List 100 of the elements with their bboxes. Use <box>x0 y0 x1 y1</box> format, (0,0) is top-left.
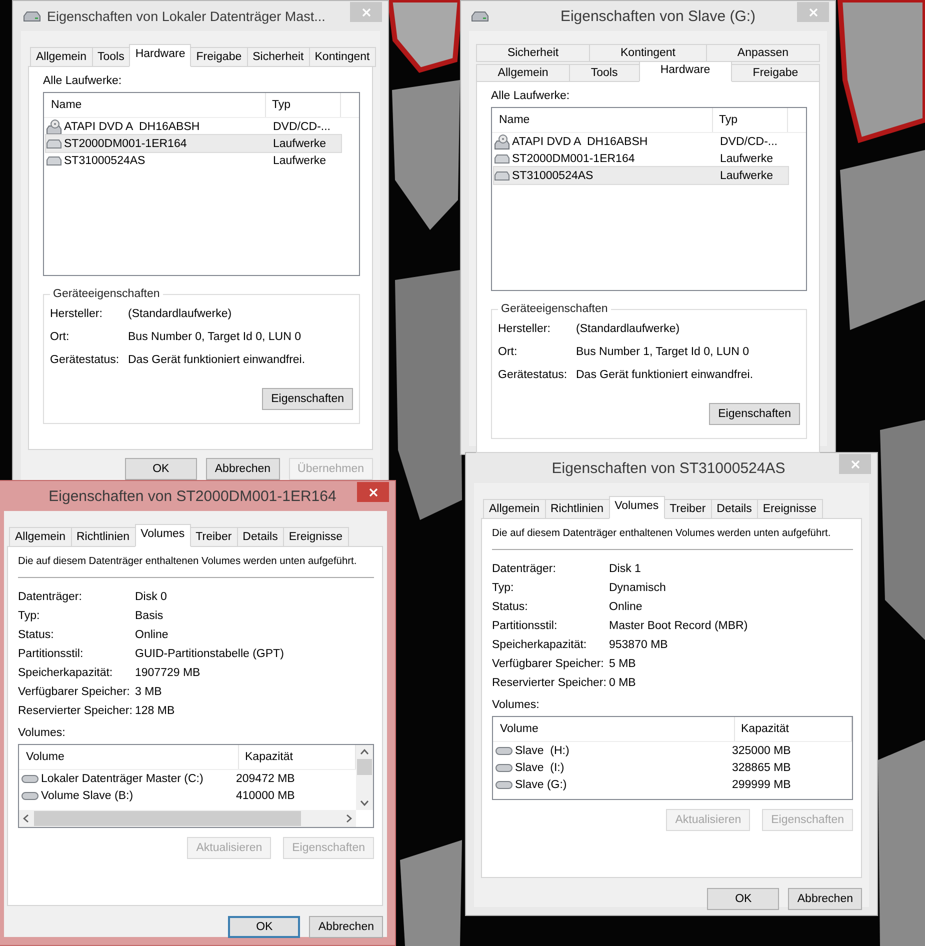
column-header[interactable]: Typ <box>265 93 341 117</box>
tab[interactable]: Richtlinien <box>70 527 135 547</box>
drive-type: Laufwerke <box>272 138 328 150</box>
volume-name: Lokaler Datenträger Master (C:) <box>41 772 204 784</box>
property-value: Master Boot Record (MBR) <box>609 620 749 632</box>
tab[interactable]: Tools <box>569 64 639 82</box>
dialog-button[interactable]: Abbrechen <box>788 888 862 910</box>
properties-button[interactable]: Eigenschaften <box>709 403 800 425</box>
property-value: Dynamisch <box>609 582 667 594</box>
volume-capacity: 410000 MB <box>235 790 296 802</box>
scroll-right-icon[interactable] <box>346 814 352 823</box>
drive-type: Laufwerke <box>719 170 774 182</box>
description-text: Die auf diesem Datenträger enthaltenen Volumes werden unten aufgeführt. <box>18 555 358 569</box>
volume-row[interactable]: Slave (H:) 325000 MB <box>495 742 850 759</box>
property-label: Hersteller: <box>498 323 552 335</box>
tab[interactable]: Tools <box>92 47 130 67</box>
window-title: Eigenschaften von Lokaler Datenträger Mast... <box>47 8 326 24</box>
property-label: Reservierter Speicher: <box>18 705 134 717</box>
property-value: 5 MB <box>609 658 637 670</box>
property-label: Datenträger: <box>492 563 557 575</box>
column-header[interactable]: Typ <box>712 108 788 132</box>
volume-capacity: 299999 MB <box>731 778 792 790</box>
drive-row[interactable]: ATAPI DVD A DH16ABSH DVD/CD-... <box>494 133 788 150</box>
volume-capacity: 209472 MB <box>235 772 296 784</box>
drive-row[interactable]: ST31000524AS Laufwerke <box>494 167 788 184</box>
column-header[interactable]: Kapazität <box>734 717 852 741</box>
column-header[interactable]: Volume <box>19 745 238 769</box>
property-value: 1907729 MB <box>135 667 202 679</box>
property-label: Partitionsstil: <box>492 620 558 632</box>
tab[interactable]: Richtlinien <box>544 499 609 519</box>
properties-button[interactable]: Eigenschaften <box>262 388 353 410</box>
tab[interactable]: Allgemein <box>9 527 70 547</box>
tab[interactable]: Volumes <box>608 496 665 519</box>
dialog-button[interactable]: OK <box>228 916 300 938</box>
vertical-scrollbar[interactable] <box>356 745 373 810</box>
close-button[interactable] <box>357 482 389 502</box>
tab[interactable]: Hardware <box>638 61 732 82</box>
tab[interactable]: Allgemein <box>30 47 92 67</box>
drive-row[interactable]: ST2000DM001-1ER164 Laufwerke <box>46 135 341 152</box>
tab[interactable]: Allgemein <box>476 64 570 82</box>
drive-row[interactable]: ST31000524AS Laufwerke <box>46 152 341 169</box>
dialog-button[interactable]: OK <box>124 458 197 480</box>
close-icon <box>850 460 860 468</box>
volume-row[interactable]: Slave (G:) 299999 MB <box>495 776 850 793</box>
drive-name: ST31000524AS <box>64 154 146 166</box>
drive-icon <box>494 170 510 180</box>
drive-type: DVD/CD-... <box>272 120 332 132</box>
dialog-button[interactable]: OK <box>707 888 780 910</box>
volume-row[interactable]: Volume Slave (B:) 410000 MB <box>21 787 354 804</box>
property-value: Basis <box>135 610 164 622</box>
tab[interactable]: Sicherheit <box>246 47 309 67</box>
column-header[interactable]: Volume <box>493 717 734 741</box>
close-icon <box>362 8 370 16</box>
tab[interactable]: Hardware <box>129 44 192 67</box>
tab[interactable]: Details <box>710 499 757 519</box>
drive-type: Laufwerke <box>272 154 328 166</box>
volume-name: Slave (H:) <box>515 744 570 756</box>
tab[interactable]: Ereignisse <box>756 499 823 519</box>
group-title: Geräteeigenschaften <box>52 288 161 300</box>
tab[interactable]: Ereignisse <box>282 527 349 547</box>
group-title: Geräteeigenschaften <box>500 303 609 315</box>
dialog-button[interactable]: Abbrechen <box>206 458 280 480</box>
drive-icon <box>21 774 39 784</box>
drive-name: ATAPI DVD A DH16ABSH <box>512 136 648 148</box>
tab[interactable]: Volumes <box>134 524 191 547</box>
volume-capacity: 328865 MB <box>731 762 792 774</box>
property-value: (Standardlaufwerke) <box>128 308 233 320</box>
tab[interactable]: Sicherheit <box>476 44 590 62</box>
tab[interactable]: Anpassen <box>706 44 820 62</box>
horizontal-scrollbar[interactable] <box>19 810 356 827</box>
drive-icon <box>21 790 39 800</box>
drive-icon <box>23 9 41 23</box>
scroll-down-icon[interactable] <box>360 800 369 806</box>
volume-capacity: 325000 MB <box>731 744 792 756</box>
tab[interactable]: Allgemein <box>483 499 544 519</box>
volume-name: Volume Slave (B:) <box>41 790 134 802</box>
drive-icon <box>495 762 513 772</box>
property-label: Gerätestatus: <box>50 354 120 366</box>
property-value: Das Gerät funktioniert einwandfrei. <box>128 354 306 366</box>
tab[interactable]: Kontingent <box>589 44 706 62</box>
property-value: 953870 MB <box>609 639 669 651</box>
tab[interactable]: Details <box>236 527 283 547</box>
scroll-up-icon[interactable] <box>360 749 369 755</box>
tab[interactable]: Freigabe <box>731 64 820 82</box>
tab[interactable]: Kontingent <box>308 47 376 67</box>
column-header[interactable]: Name <box>492 108 712 132</box>
drive-type: DVD/CD-... <box>719 136 778 148</box>
volume-row[interactable]: Slave (I:) 328865 MB <box>495 759 850 776</box>
column-header[interactable]: Name <box>44 93 265 117</box>
dialog-button[interactable]: Abbrechen <box>309 916 383 938</box>
scroll-thumb[interactable] <box>357 759 372 775</box>
scroll-left-icon[interactable] <box>23 814 29 823</box>
property-value: Online <box>609 601 644 613</box>
property-value: Das Gerät funktioniert einwandfrei. <box>576 369 754 381</box>
drive-row[interactable]: ATAPI DVD A DH16ABSH DVD/CD-... <box>46 118 341 135</box>
drive-row[interactable]: ST2000DM001-1ER164 Laufwerke <box>494 150 788 167</box>
drive-type: Laufwerke <box>719 152 774 164</box>
property-label: Hersteller: <box>50 308 104 320</box>
scroll-thumb[interactable] <box>34 811 301 826</box>
volume-row[interactable]: Lokaler Datenträger Master (C:) 209472 MB <box>21 770 354 787</box>
